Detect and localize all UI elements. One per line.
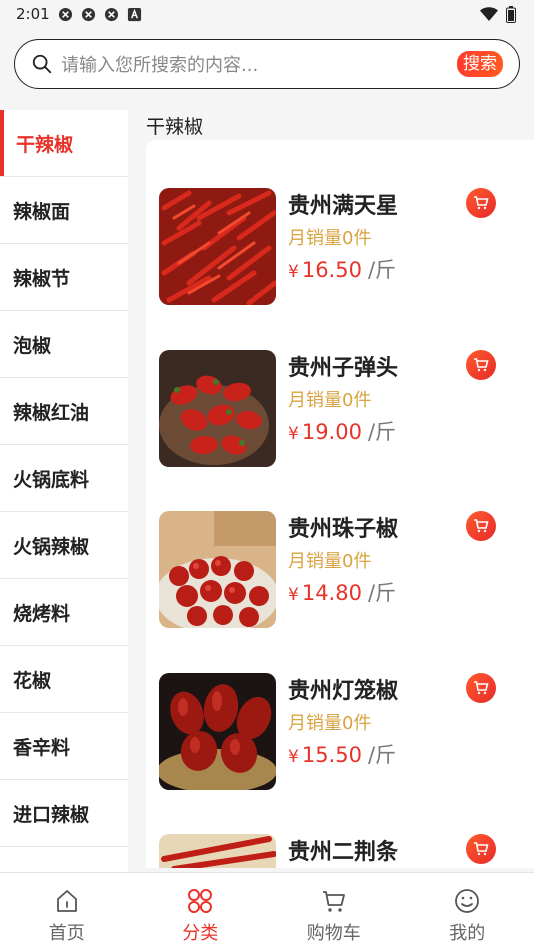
home-icon	[53, 887, 81, 915]
product-image[interactable]	[159, 673, 276, 790]
notification-icon	[58, 7, 73, 22]
cart-icon	[473, 519, 489, 533]
sidebar-item-dried-chili[interactable]: 干辣椒	[0, 110, 128, 177]
cart-icon	[320, 887, 348, 915]
sidebar-item-spices[interactable]: 香辛料	[0, 713, 128, 780]
price-unit: /斤	[368, 258, 396, 282]
app-badge-icon	[127, 7, 142, 22]
status-time: 2:01	[16, 5, 50, 23]
price-value: 16.50	[302, 258, 362, 282]
sidebar-item-chili-oil[interactable]: 辣椒红油	[0, 378, 128, 445]
price-unit: /斤	[368, 581, 396, 605]
price-currency: ¥	[288, 585, 299, 605]
sidebar-item-label: 干辣椒	[16, 130, 73, 157]
price-unit: /斤	[368, 420, 396, 444]
product-sales: 月销量0件	[288, 224, 371, 250]
tab-label: 首页	[49, 919, 85, 945]
search-icon	[31, 53, 53, 75]
price-unit: /斤	[368, 743, 396, 767]
status-bar: 2:01	[0, 0, 534, 28]
search-input[interactable]: 请输入您所搜索的内容... 搜索	[14, 39, 520, 89]
section-title: 干辣椒	[146, 112, 203, 139]
sidebar-item-chili-segments[interactable]: 辣椒节	[0, 244, 128, 311]
category-icon	[186, 887, 214, 915]
tab-home[interactable]: 首页	[0, 873, 134, 951]
wifi-icon	[480, 7, 498, 22]
tab-label: 我的	[449, 919, 485, 945]
sidebar-item-hotpot-base[interactable]: 火锅底料	[0, 445, 128, 512]
cart-icon	[473, 358, 489, 372]
price-value: 15.50	[302, 743, 362, 767]
price-currency: ¥	[288, 424, 299, 444]
sidebar-item-label: 辣椒节	[13, 264, 70, 291]
sidebar-item-label: 烧烤料	[13, 599, 70, 626]
notification-icon	[104, 7, 119, 22]
sidebar-item-label: 火锅辣椒	[13, 532, 89, 559]
product-name: 贵州二荆条	[288, 834, 398, 866]
tab-cart[interactable]: 购物车	[267, 873, 401, 951]
tab-label: 购物车	[307, 919, 361, 945]
sidebar-item-hotpot-chili[interactable]: 火锅辣椒	[0, 512, 128, 579]
search-placeholder[interactable]: 请输入您所搜索的内容...	[61, 51, 457, 77]
cart-icon	[473, 196, 489, 210]
sidebar-item-chili-powder[interactable]: 辣椒面	[0, 177, 128, 244]
cart-icon	[473, 842, 489, 856]
product-sales: 月销量0件	[288, 386, 371, 412]
price-currency: ¥	[288, 747, 299, 767]
sidebar-item-imported-chili[interactable]: 进口辣椒	[0, 780, 128, 847]
add-to-cart-button[interactable]	[466, 673, 496, 703]
price-value: 14.80	[302, 581, 362, 605]
product-card[interactable]: 贵州子弹头 月销量0件 ¥19.00/斤	[146, 350, 534, 468]
product-card[interactable]: 贵州二荆条	[146, 834, 534, 868]
product-price: ¥16.50/斤	[288, 254, 396, 284]
product-card[interactable]: 贵州灯笼椒 月销量0件 ¥15.50/斤	[146, 673, 534, 791]
product-name: 贵州满天星	[288, 188, 398, 220]
product-sales: 月销量0件	[288, 709, 371, 735]
product-name: 贵州灯笼椒	[288, 673, 398, 705]
product-image[interactable]	[159, 834, 276, 868]
category-sidebar: 干辣椒 辣椒面 辣椒节 泡椒 辣椒红油 火锅底料 火锅辣椒 烧烤料 花椒 香辛料…	[0, 110, 128, 872]
product-card[interactable]: 贵州珠子椒 月销量0件 ¥14.80/斤	[146, 511, 534, 629]
product-price: ¥14.80/斤	[288, 577, 396, 607]
search-button[interactable]: 搜索	[457, 51, 503, 77]
product-name: 贵州珠子椒	[288, 511, 398, 543]
product-image[interactable]	[159, 188, 276, 305]
price-currency: ¥	[288, 262, 299, 282]
sidebar-item-label: 火锅底料	[13, 465, 89, 492]
sidebar-item-label: 香辛料	[13, 733, 70, 760]
tab-label: 分类	[182, 919, 218, 945]
product-name: 贵州子弹头	[288, 350, 398, 382]
profile-icon	[453, 887, 481, 915]
sidebar-item-bbq-seasoning[interactable]: 烧烤料	[0, 579, 128, 646]
sidebar-item-label: 进口辣椒	[13, 800, 89, 827]
bottom-tab-bar: 首页 分类 购物车 我的	[0, 872, 534, 951]
product-card[interactable]: 贵州满天星 月销量0件 ¥16.50/斤	[146, 188, 534, 306]
tab-category[interactable]: 分类	[134, 873, 268, 951]
search-area: 请输入您所搜索的内容... 搜索	[0, 28, 534, 112]
add-to-cart-button[interactable]	[466, 834, 496, 864]
cart-icon	[473, 681, 489, 695]
product-price: ¥19.00/斤	[288, 416, 396, 446]
add-to-cart-button[interactable]	[466, 188, 496, 218]
sidebar-item-label: 泡椒	[13, 331, 51, 358]
product-list: 贵州满天星 月销量0件 ¥16.50/斤	[146, 140, 534, 868]
product-sales: 月销量0件	[288, 547, 371, 573]
price-value: 19.00	[302, 420, 362, 444]
add-to-cart-button[interactable]	[466, 350, 496, 380]
add-to-cart-button[interactable]	[466, 511, 496, 541]
sidebar-item-pickled-pepper[interactable]: 泡椒	[0, 311, 128, 378]
product-image[interactable]	[159, 350, 276, 467]
product-price: ¥15.50/斤	[288, 739, 396, 769]
sidebar-item-label: 辣椒红油	[13, 398, 89, 425]
sidebar-item-label: 辣椒面	[13, 197, 70, 224]
notification-icon	[81, 7, 96, 22]
sidebar-item-label: 花椒	[13, 666, 51, 693]
tab-profile[interactable]: 我的	[401, 873, 534, 951]
battery-icon	[506, 6, 516, 23]
product-image[interactable]	[159, 511, 276, 628]
sidebar-item-sichuan-pepper[interactable]: 花椒	[0, 646, 128, 713]
